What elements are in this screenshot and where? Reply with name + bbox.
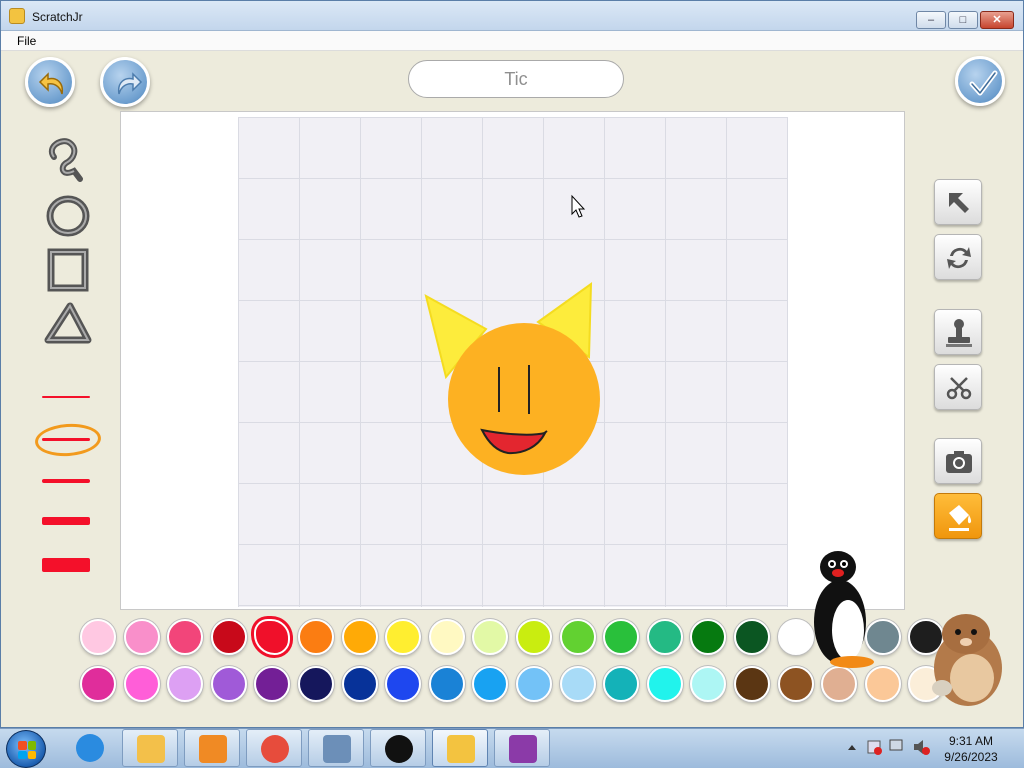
line-width-thickest[interactable] — [42, 558, 90, 572]
menu-bar: File — [1, 31, 1023, 51]
redo-button[interactable] — [100, 57, 150, 107]
color-swatch[interactable] — [734, 666, 770, 702]
cat-face-drawing[interactable] — [238, 117, 788, 607]
pingu-icon — [385, 735, 413, 763]
camera-icon — [946, 451, 972, 473]
undo-button[interactable] — [25, 57, 75, 107]
undo-icon — [38, 72, 64, 95]
color-swatch[interactable] — [428, 666, 465, 702]
taskbar-chrome-button[interactable] — [246, 729, 302, 767]
rectangle-tool[interactable] — [40, 244, 96, 294]
winrar-icon — [509, 735, 537, 763]
taskbar-ie-button[interactable] — [62, 729, 118, 767]
line-width-medium[interactable] — [42, 479, 90, 483]
circle-tool[interactable] — [40, 190, 96, 240]
show-hidden-icons-icon — [848, 745, 856, 750]
color-swatch[interactable] — [559, 619, 596, 655]
done-button[interactable] — [955, 56, 1005, 106]
redo-icon — [117, 72, 143, 95]
select-arrow-button[interactable] — [934, 179, 982, 225]
color-swatch[interactable] — [646, 619, 683, 655]
triangle-tool[interactable] — [40, 298, 96, 348]
hamster-image — [932, 614, 1002, 706]
line-width-thick[interactable] — [42, 517, 90, 525]
network-icon — [889, 739, 903, 751]
color-swatch[interactable] — [385, 666, 422, 702]
keyboard-icon — [323, 735, 351, 763]
color-swatch[interactable] — [603, 666, 640, 702]
taskbar-scratchjr-button[interactable] — [432, 729, 488, 767]
color-swatch[interactable] — [167, 619, 204, 655]
scratchjr-icon — [447, 735, 475, 763]
start-button[interactable] — [6, 730, 46, 768]
taskbar-keyboard-button[interactable] — [308, 729, 364, 767]
color-swatch-selected[interactable] — [254, 619, 291, 655]
curve-pen-tool[interactable] — [40, 133, 96, 183]
color-swatch[interactable] — [210, 666, 247, 702]
explorer-icon — [137, 735, 165, 763]
taskbar-explorer-button[interactable] — [122, 729, 178, 767]
color-swatch[interactable] — [385, 619, 422, 655]
scratchjr-app-icon — [9, 8, 25, 24]
curve-pen-icon — [49, 138, 83, 182]
color-swatch[interactable] — [210, 619, 247, 655]
scissors-button[interactable] — [934, 364, 982, 410]
color-swatch[interactable] — [167, 666, 204, 702]
color-swatch[interactable] — [516, 619, 552, 655]
media-player-icon — [199, 735, 227, 763]
color-swatch[interactable] — [428, 619, 465, 655]
color-swatch[interactable] — [298, 666, 334, 702]
paint-fill-icon — [949, 505, 972, 531]
rectangle-icon — [47, 248, 89, 292]
ie-icon — [76, 734, 104, 762]
color-swatch[interactable] — [123, 666, 160, 702]
color-swatch[interactable] — [603, 619, 640, 655]
taskbar-media-player-button[interactable] — [184, 729, 240, 767]
title-bar[interactable]: ScratchJr – □ ✕ — [1, 1, 1023, 31]
mouse-cursor — [571, 194, 586, 218]
line-width-thin[interactable] — [42, 438, 90, 441]
rotate-button[interactable] — [934, 234, 982, 280]
checkmark-icon — [969, 70, 998, 96]
minimize-button[interactable]: – — [916, 11, 946, 29]
sprite-name-field[interactable]: Tic — [408, 60, 624, 98]
taskbar-pingu-button[interactable] — [370, 729, 426, 767]
color-swatch[interactable] — [298, 619, 334, 655]
camera-button[interactable] — [934, 438, 982, 484]
rotate-icon — [947, 247, 971, 269]
circle-icon — [46, 195, 90, 237]
color-swatch[interactable] — [559, 666, 596, 702]
menu-file[interactable]: File — [17, 34, 36, 48]
chrome-icon — [261, 735, 289, 763]
window-title: ScratchJr — [32, 10, 83, 24]
color-swatch[interactable] — [341, 666, 378, 702]
clock-date: 9/26/2023 — [944, 750, 998, 764]
system-tray[interactable] — [844, 736, 936, 758]
face-circle — [448, 323, 600, 475]
color-swatch[interactable] — [516, 666, 552, 702]
color-swatch[interactable] — [80, 619, 116, 655]
windows-logo-icon — [18, 741, 36, 759]
clock-time: 9:31 AM — [948, 734, 994, 748]
line-width-thinnest[interactable] — [42, 396, 90, 398]
select-arrow-icon — [949, 193, 969, 213]
triangle-icon — [44, 302, 92, 344]
color-swatch[interactable] — [341, 619, 378, 655]
stamp-button[interactable] — [934, 309, 982, 355]
color-swatch[interactable] — [80, 666, 116, 702]
stamp-icon — [946, 319, 972, 347]
color-swatch[interactable] — [646, 666, 683, 702]
taskbar-winrar-button[interactable] — [494, 729, 550, 767]
scissors-icon — [946, 377, 972, 400]
close-button[interactable]: ✕ — [980, 11, 1014, 29]
color-swatch[interactable] — [123, 619, 160, 655]
volume-icon — [914, 740, 923, 754]
taskbar-clock[interactable]: 9:31 AM 9/26/2023 — [940, 733, 1002, 765]
pingu-penguin-image — [814, 551, 874, 668]
color-swatch[interactable] — [734, 619, 770, 655]
paint-fill-button[interactable] — [934, 493, 982, 539]
maximize-button[interactable]: □ — [948, 11, 978, 29]
